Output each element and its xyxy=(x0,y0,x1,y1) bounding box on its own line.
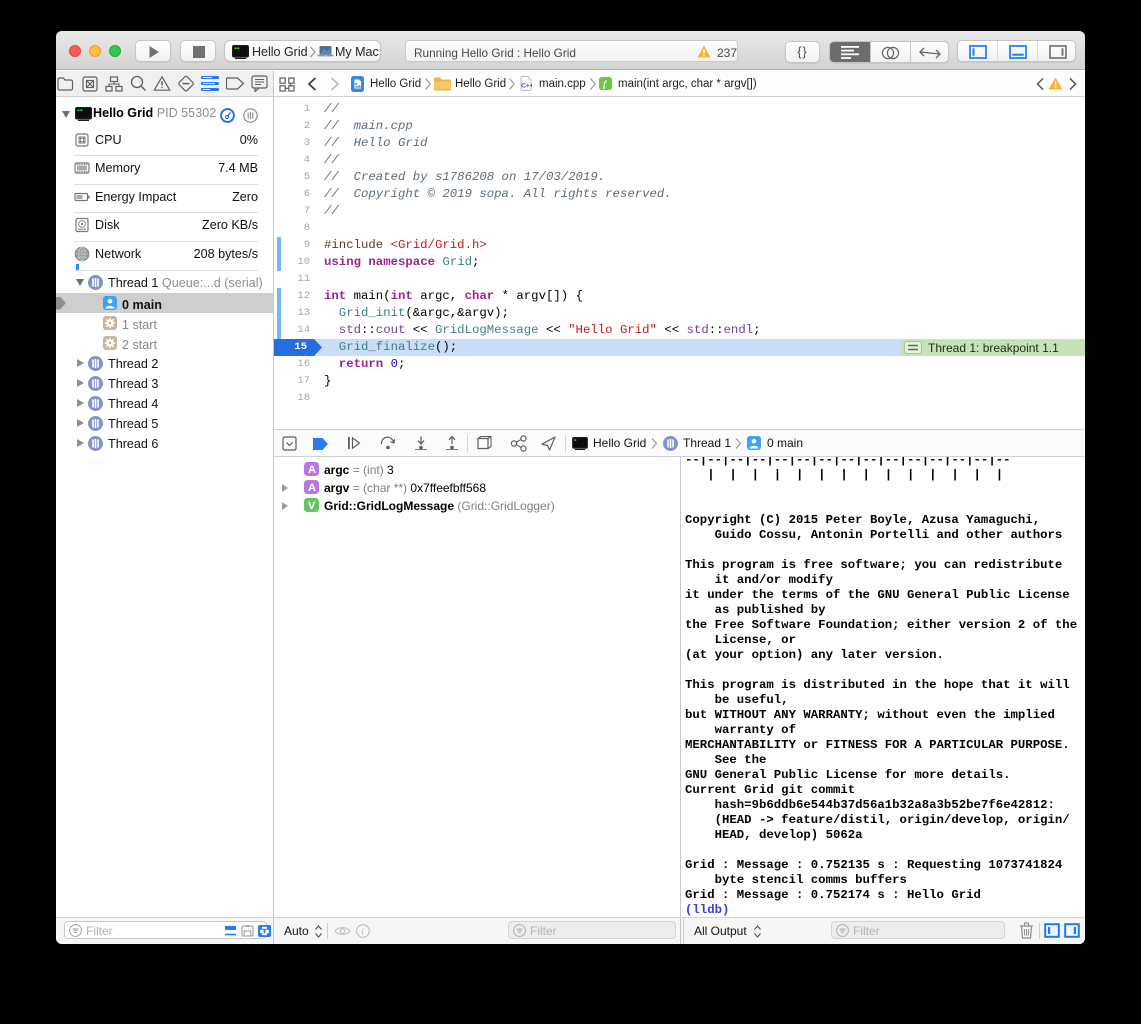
svg-text:C++: C++ xyxy=(521,83,532,90)
svg-text:i: i xyxy=(361,927,364,937)
svg-text:A: A xyxy=(308,482,316,494)
svg-text:V: V xyxy=(308,500,316,512)
svg-text:A: A xyxy=(308,464,316,476)
